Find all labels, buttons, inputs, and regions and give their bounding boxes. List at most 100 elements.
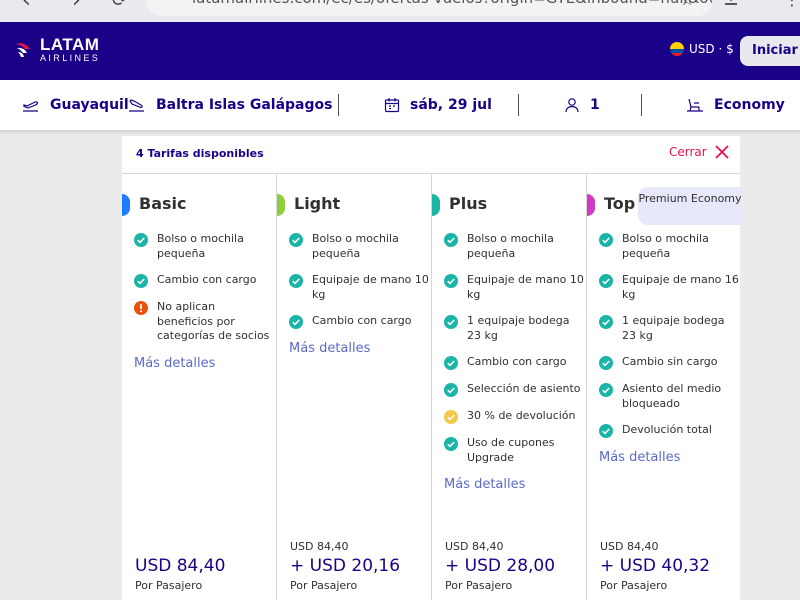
bookmark-star-icon[interactable]: ☆ xyxy=(680,0,694,9)
fares-panel-header: 4 Tarifas disponibles Cerrar xyxy=(122,136,740,174)
date-field[interactable]: sáb, 29 jul xyxy=(384,80,492,130)
reload-icon[interactable]: ⟳ xyxy=(112,0,127,11)
benefits-list: Bolso o mochila pequeña Cambio con cargo N… xyxy=(134,232,274,371)
benefit-text: 1 equipaje bodega 23 kg xyxy=(467,314,570,342)
fare-name: Top xyxy=(604,194,636,213)
benefit-item: 30 % de devolución xyxy=(444,409,584,424)
benefits-list: Bolso o mochila pequeña Equipaje de mano … xyxy=(599,232,739,465)
destination-field[interactable]: Baltra Islas Galápagos xyxy=(128,80,332,130)
cabin-field[interactable]: Economy xyxy=(686,80,785,130)
benefit-item: Cambio con cargo xyxy=(444,355,584,370)
check-icon xyxy=(289,274,303,288)
benefit-item: 1 equipaje bodega 23 kg xyxy=(444,314,584,343)
fare-price[interactable]: USD 84,40 xyxy=(135,556,225,576)
check-icon xyxy=(599,315,613,329)
check-icon xyxy=(444,383,458,397)
benefit-text: Asiento del medio bloqueado xyxy=(622,382,722,410)
check-icon xyxy=(444,315,458,329)
login-button[interactable]: Iniciar s xyxy=(740,36,800,66)
per-passenger-label: Por Pasajero xyxy=(600,579,668,592)
more-details-link[interactable]: Más detalles xyxy=(134,356,274,371)
check-icon xyxy=(444,356,458,370)
passengers-count: 1 xyxy=(590,97,600,113)
per-passenger-label: Por Pasajero xyxy=(290,579,358,592)
currency-selector[interactable]: USD · $ xyxy=(670,42,734,56)
benefit-text: Bolso o mochila pequeña xyxy=(467,232,554,260)
fare-column-plus[interactable]: Plus Bolso o mochila pequeña Equipaje de m… xyxy=(432,174,587,600)
fare-color-indicator xyxy=(122,194,130,216)
benefit-text: Cambio sin cargo xyxy=(622,355,718,368)
partial-check-icon xyxy=(444,410,458,424)
origin-label: Guayaquil xyxy=(50,97,129,113)
close-label: Cerrar xyxy=(669,145,707,159)
check-icon xyxy=(289,233,303,247)
benefit-item: Bolso o mochila pequeña xyxy=(289,232,429,261)
benefit-item: Asiento del medio bloqueado xyxy=(599,382,739,411)
download-icon[interactable] xyxy=(722,0,740,8)
check-icon xyxy=(599,383,613,397)
benefit-item: Equipaje de mano 16 kg xyxy=(599,273,739,302)
latam-logo[interactable]: LATAM AIRLINES xyxy=(14,36,100,63)
top-navigation: LATAM AIRLINES USD · $ Iniciar s xyxy=(0,22,800,80)
fare-price[interactable]: + USD 28,00 xyxy=(445,556,555,576)
currency-label: USD · $ xyxy=(689,42,734,56)
check-icon xyxy=(444,274,458,288)
origin-field[interactable]: Guayaquil xyxy=(22,80,129,130)
address-bar[interactable]: latamairlines.com/ec/es/ofertas-vuelos?o… xyxy=(146,0,712,16)
fare-column-basic[interactable]: Basic Bolso o mochila pequeña Cambio con c… xyxy=(122,174,277,600)
close-button[interactable]: Cerrar xyxy=(669,145,729,159)
warning-icon xyxy=(134,301,148,315)
fare-column-light[interactable]: Light Bolso o mochila pequeña Equipaje de … xyxy=(277,174,432,600)
close-icon xyxy=(715,145,729,159)
benefit-text: Devolución total xyxy=(622,423,712,436)
per-passenger-label: Por Pasajero xyxy=(135,579,203,592)
date-label: sáb, 29 jul xyxy=(410,97,492,113)
menu-kebab-icon[interactable]: ⋮ xyxy=(784,0,800,9)
search-summary-bar: Guayaquil Baltra Islas Galápagos sáb, 29… xyxy=(0,80,800,130)
check-icon xyxy=(599,356,613,370)
fares-count: 4 Tarifas disponibles xyxy=(136,147,264,160)
more-details-link[interactable]: Más detalles xyxy=(444,477,584,492)
fare-column-top[interactable]: Top Premium Economy Bolso o mochila pequeñ… xyxy=(587,174,742,600)
benefit-text: 30 % de devolución xyxy=(467,409,576,422)
benefit-item: 1 equipaje bodega 23 kg xyxy=(599,314,739,343)
cabin-label: Economy xyxy=(714,97,785,113)
check-icon xyxy=(444,437,458,451)
logo-wordmark: LATAM xyxy=(40,35,100,54)
passengers-field[interactable]: 1 xyxy=(564,80,600,130)
benefit-text: Bolso o mochila pequeña xyxy=(622,232,709,260)
more-details-link[interactable]: Más detalles xyxy=(289,341,429,356)
browser-toolbar: ‹ › ⟳ latamairlines.com/ec/es/ofertas-vu… xyxy=(0,0,800,22)
benefit-item: Uso de cupones Upgrade xyxy=(444,436,584,465)
check-icon xyxy=(289,315,303,329)
premium-economy-badge: Premium Economy xyxy=(638,187,742,225)
benefit-item: Equipaje de mano 10 kg xyxy=(444,273,584,302)
fare-price[interactable]: + USD 40,32 xyxy=(600,556,710,576)
check-icon xyxy=(134,274,148,288)
check-icon xyxy=(599,274,613,288)
benefit-item: Devolución total xyxy=(599,423,739,438)
seat-icon xyxy=(687,98,703,112)
logo-subtitle: AIRLINES xyxy=(40,53,101,63)
benefits-list: Bolso o mochila pequeña Equipaje de mano … xyxy=(289,232,429,356)
back-icon[interactable]: ‹ xyxy=(22,0,31,13)
forward-icon[interactable]: › xyxy=(72,0,81,13)
fare-price[interactable]: + USD 20,16 xyxy=(290,556,400,576)
benefit-item: Selección de asiento xyxy=(444,382,584,397)
benefit-item: Cambio con cargo xyxy=(289,314,429,329)
benefit-item: Bolso o mochila pequeña xyxy=(444,232,584,261)
check-icon xyxy=(134,233,148,247)
base-price: USD 84,40 xyxy=(600,540,659,553)
benefit-item: No aplican beneficios por categorías de … xyxy=(134,300,274,344)
benefit-item: Cambio sin cargo xyxy=(599,355,739,370)
benefit-text: Cambio con cargo xyxy=(312,314,412,327)
fares-panel: 4 Tarifas disponibles Cerrar Basic Bolso … xyxy=(122,136,742,600)
check-icon xyxy=(599,233,613,247)
more-details-link[interactable]: Más detalles xyxy=(599,450,739,465)
benefit-text: Uso de cupones Upgrade xyxy=(467,436,555,464)
benefit-text: Equipaje de mano 10 kg xyxy=(312,273,429,301)
per-passenger-label: Por Pasajero xyxy=(445,579,513,592)
benefit-text: Equipaje de mano 16 kg xyxy=(622,273,739,301)
fare-color-indicator xyxy=(587,194,595,216)
separator xyxy=(641,94,642,116)
